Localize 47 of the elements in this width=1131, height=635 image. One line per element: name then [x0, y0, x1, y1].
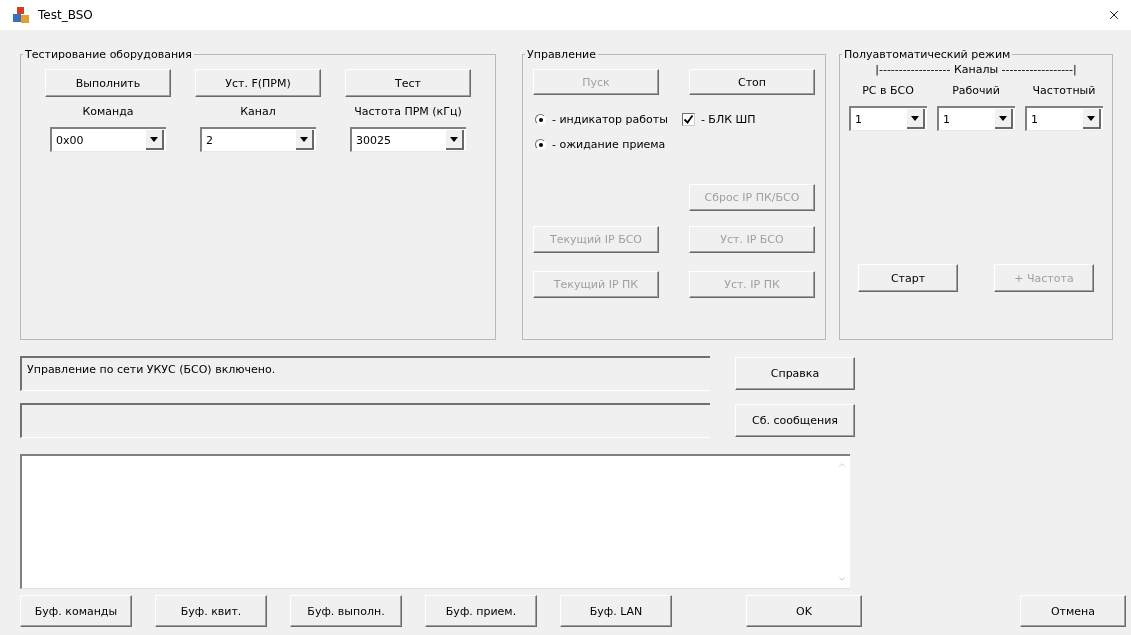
button[interactable]: Буф. команды — [20, 595, 132, 627]
button[interactable]: Буф. выполн. — [290, 595, 402, 627]
close-icon[interactable] — [1107, 8, 1121, 22]
ok-button[interactable]: OK — [746, 595, 862, 627]
button[interactable]: Уст. F(ПРМ) — [195, 69, 321, 97]
dropdown[interactable]: 0x00 — [50, 127, 166, 152]
dropdown-arrow-icon — [911, 115, 919, 121]
field-label: Канал — [240, 105, 276, 118]
button[interactable]: Стоп — [689, 69, 815, 95]
group-title: Полуавтоматический режим — [843, 48, 1012, 61]
group-title: Управление — [526, 48, 597, 61]
radio-button[interactable] — [535, 139, 546, 150]
check-icon — [682, 114, 694, 125]
app-icon — [12, 6, 30, 24]
dropdown-arrow-icon — [450, 136, 458, 142]
button[interactable]: Буф. прием. — [425, 595, 537, 627]
dropdown[interactable]: 30025 — [350, 127, 466, 152]
button[interactable]: Тест — [345, 69, 471, 97]
button[interactable]: Выполнить — [45, 69, 171, 97]
cancel-button[interactable]: Отмена — [1020, 595, 1126, 627]
button[interactable]: Сб. сообщения — [735, 404, 855, 437]
button[interactable]: Старт — [858, 264, 958, 292]
dropdown[interactable]: 1 — [849, 106, 927, 131]
dropdown[interactable]: 2 — [200, 127, 316, 152]
option-label: - ожидание приема — [552, 138, 666, 151]
status-field: Управление по сети УКУС (БСО) включено. — [20, 356, 710, 391]
button[interactable]: Буф. LAN — [560, 595, 672, 627]
option-label: - БЛК ШП — [700, 113, 756, 126]
checkbox[interactable] — [681, 113, 695, 126]
dropdown[interactable]: 1 — [937, 106, 1015, 131]
window-title: Test_BSO — [38, 8, 94, 22]
button[interactable]: Буф. квит. — [155, 595, 267, 627]
field-label: Рабочий — [952, 84, 1000, 97]
field-label: Частотный — [1032, 84, 1096, 97]
dropdown-arrow-icon — [150, 136, 158, 142]
channels-header: |------------------ Каналы ------------------| — [875, 63, 1077, 76]
group-title: Тестирование оборудования — [24, 48, 193, 61]
field-label: РС в БСО — [862, 84, 914, 97]
dropdown[interactable]: 1 — [1025, 106, 1103, 131]
option-label: - индикатор работы — [552, 113, 668, 126]
field-label: Частота ПРМ (кГц) — [354, 105, 462, 118]
dropdown-arrow-icon — [300, 136, 308, 142]
button[interactable]: Справка — [735, 357, 855, 390]
dropdown-arrow-icon — [999, 115, 1007, 121]
field-label: Команда — [82, 105, 134, 118]
dropdown-arrow-icon — [1087, 115, 1095, 121]
radio-button[interactable] — [535, 114, 546, 125]
